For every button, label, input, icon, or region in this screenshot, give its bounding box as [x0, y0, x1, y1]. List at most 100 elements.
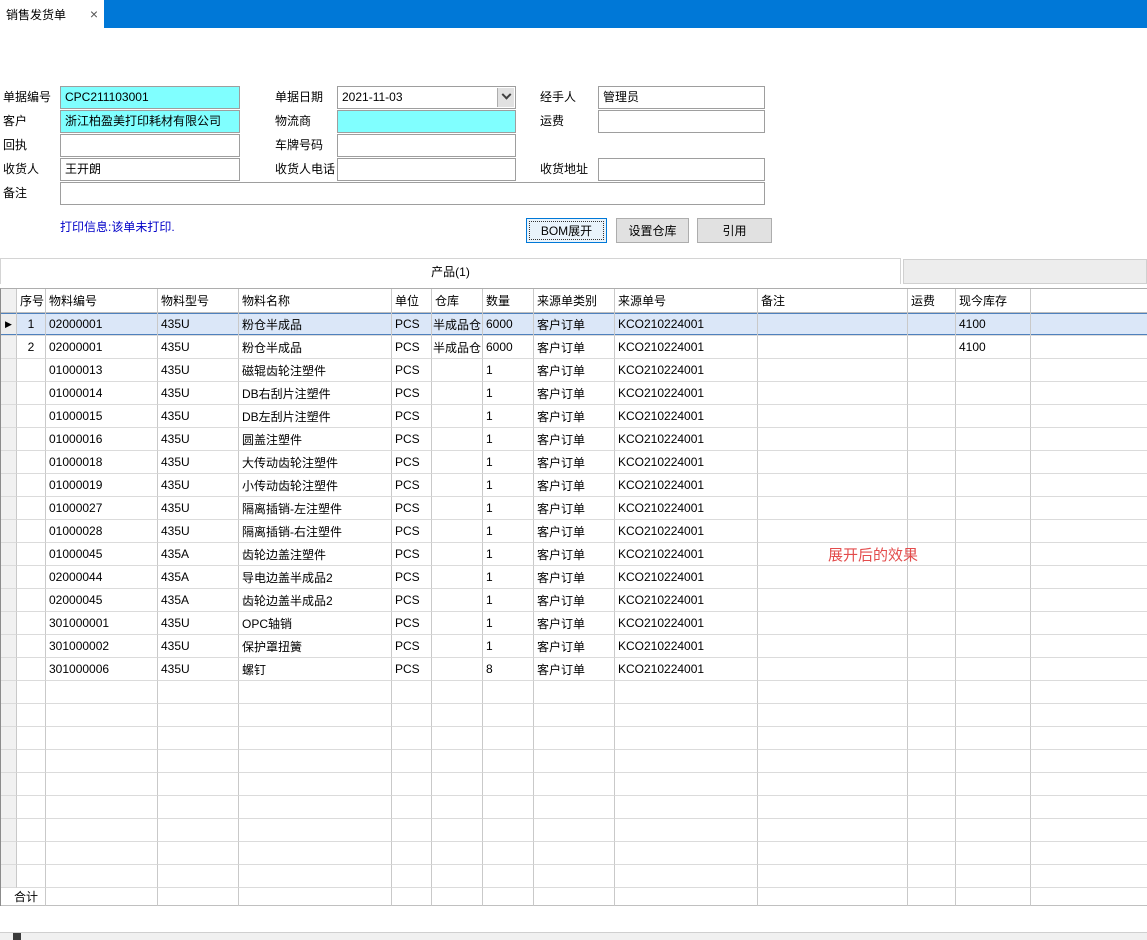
cell-code[interactable]: 01000014 [46, 382, 158, 405]
cell-seq[interactable] [17, 658, 46, 681]
cell-empty[interactable] [615, 750, 758, 773]
cell-name[interactable]: 粉仓半成品 [239, 336, 392, 359]
delivery-address-field[interactable] [598, 158, 765, 181]
cell-extra[interactable] [1031, 543, 1147, 566]
cell-empty[interactable] [615, 704, 758, 727]
cell-extra[interactable] [1031, 589, 1147, 612]
col-header-source_no[interactable]: 来源单号 [615, 289, 758, 313]
cell-empty[interactable] [17, 727, 46, 750]
cell-unit[interactable]: PCS [392, 589, 432, 612]
cell-empty[interactable] [46, 819, 158, 842]
cell-code[interactable]: 02000044 [46, 566, 158, 589]
cell-empty[interactable] [158, 704, 239, 727]
cell-empty[interactable] [956, 796, 1031, 819]
freight-field[interactable] [598, 110, 765, 133]
cell-qty[interactable]: 1 [483, 474, 534, 497]
cell-empty[interactable] [908, 727, 956, 750]
cell-seq[interactable] [17, 497, 46, 520]
cell-seq[interactable] [17, 382, 46, 405]
cell-freight[interactable] [908, 566, 956, 589]
cell-unit[interactable]: PCS [392, 451, 432, 474]
cell-empty[interactable] [758, 681, 908, 704]
cell-name[interactable]: DB左刮片注塑件 [239, 405, 392, 428]
cell-stock[interactable] [956, 612, 1031, 635]
cell-freight[interactable] [908, 474, 956, 497]
cell-empty[interactable] [1031, 819, 1147, 842]
cell-empty[interactable] [534, 727, 615, 750]
cell-extra[interactable] [1031, 474, 1147, 497]
cell-empty[interactable] [239, 842, 392, 865]
cell-unit[interactable]: PCS [392, 566, 432, 589]
cell-code[interactable]: 01000045 [46, 543, 158, 566]
cell-empty[interactable] [483, 842, 534, 865]
cell-empty[interactable] [483, 727, 534, 750]
cell-empty[interactable] [956, 681, 1031, 704]
cell-source_type[interactable]: 客户订单 [534, 336, 615, 359]
cell-code[interactable]: 01000016 [46, 428, 158, 451]
cell-empty[interactable] [1031, 704, 1147, 727]
cell-source_type[interactable]: 客户订单 [534, 520, 615, 543]
cell-qty[interactable]: 1 [483, 382, 534, 405]
cell-empty[interactable] [158, 819, 239, 842]
cell-empty[interactable] [239, 727, 392, 750]
cell-unit[interactable]: PCS [392, 428, 432, 451]
cell-code[interactable]: 301000002 [46, 635, 158, 658]
cell-model[interactable]: 435U [158, 635, 239, 658]
cell-unit[interactable]: PCS [392, 336, 432, 359]
col-header-unit[interactable]: 单位 [392, 289, 432, 313]
cell-seq[interactable] [17, 543, 46, 566]
remark-field[interactable] [60, 182, 765, 205]
cell-source_type[interactable]: 客户订单 [534, 382, 615, 405]
cell-model[interactable]: 435U [158, 658, 239, 681]
cell-empty[interactable] [483, 750, 534, 773]
reference-button[interactable]: 引用 [697, 218, 772, 243]
cell-remark[interactable] [758, 612, 908, 635]
cell-seq[interactable] [17, 451, 46, 474]
cell-model[interactable]: 435A [158, 589, 239, 612]
cell-empty[interactable] [1031, 796, 1147, 819]
cell-model[interactable]: 435U [158, 474, 239, 497]
col-header-name[interactable]: 物料名称 [239, 289, 392, 313]
cell-qty[interactable]: 8 [483, 658, 534, 681]
cell-model[interactable]: 435U [158, 497, 239, 520]
cell-source_type[interactable]: 客户订单 [534, 359, 615, 382]
cell-empty[interactable] [956, 727, 1031, 750]
cell-unit[interactable]: PCS [392, 635, 432, 658]
cell-empty[interactable] [392, 773, 432, 796]
cell-source_no[interactable]: KCO210224001 [615, 359, 758, 382]
cell-seq[interactable]: 1 [17, 313, 46, 336]
cell-extra[interactable] [1031, 428, 1147, 451]
cell-name[interactable]: 小传动齿轮注塑件 [239, 474, 392, 497]
cell-empty[interactable] [1031, 681, 1147, 704]
cell-freight[interactable] [908, 451, 956, 474]
cell-empty[interactable] [158, 865, 239, 888]
cell-source_type[interactable]: 客户订单 [534, 543, 615, 566]
cell-empty[interactable] [17, 796, 46, 819]
cell-qty[interactable]: 1 [483, 359, 534, 382]
cell-empty[interactable] [432, 704, 483, 727]
cell-warehouse[interactable] [432, 382, 483, 405]
cell-source_type[interactable]: 客户订单 [534, 428, 615, 451]
cell-empty[interactable] [908, 750, 956, 773]
col-header-extra[interactable] [1031, 289, 1147, 313]
cell-empty[interactable] [17, 681, 46, 704]
cell-source_no[interactable]: KCO210224001 [615, 589, 758, 612]
cell-empty[interactable] [908, 865, 956, 888]
customer-field[interactable]: 浙江柏盈美打印耗材有限公司 [60, 110, 240, 133]
cell-source_no[interactable]: KCO210224001 [615, 336, 758, 359]
cell-source_type[interactable]: 客户订单 [534, 451, 615, 474]
cell-stock[interactable] [956, 405, 1031, 428]
cell-stock[interactable] [956, 428, 1031, 451]
cell-unit[interactable]: PCS [392, 313, 432, 336]
cell-empty[interactable] [758, 750, 908, 773]
cell-name[interactable]: 导电边盖半成品2 [239, 566, 392, 589]
cell-empty[interactable] [392, 819, 432, 842]
cell-code[interactable]: 01000018 [46, 451, 158, 474]
cell-code[interactable]: 01000019 [46, 474, 158, 497]
cell-empty[interactable] [758, 704, 908, 727]
cell-empty[interactable] [956, 750, 1031, 773]
cell-name[interactable]: DB右刮片注塑件 [239, 382, 392, 405]
cell-source_no[interactable]: KCO210224001 [615, 474, 758, 497]
cell-empty[interactable] [392, 842, 432, 865]
cell-empty[interactable] [1031, 750, 1147, 773]
